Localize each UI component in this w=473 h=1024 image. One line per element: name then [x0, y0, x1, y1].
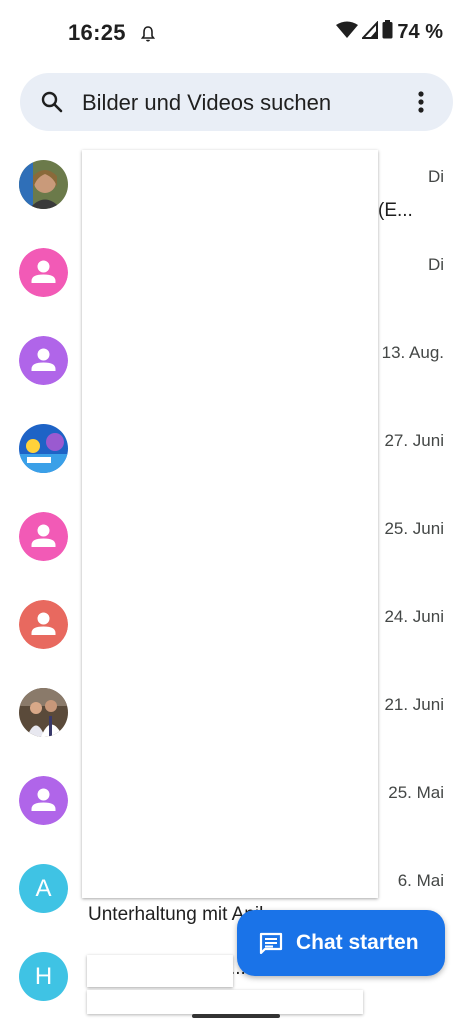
status-time: 16:25: [68, 20, 126, 45]
status-icons: 74 %: [336, 19, 443, 44]
search-bar[interactable]: Bilder und Videos suchen: [20, 73, 453, 131]
conversation-date: 13. Aug.: [381, 343, 444, 362]
contact-default-avatar[interactable]: [19, 600, 68, 649]
wifi-icon: [336, 21, 359, 44]
search-icon: [40, 90, 64, 114]
more-options-icon[interactable]: [409, 89, 433, 115]
conversation-date: 6. Mai: [397, 871, 444, 890]
cell-signal-icon: [361, 19, 379, 44]
contact-default-avatar[interactable]: [19, 776, 68, 825]
battery-icon: [382, 20, 393, 44]
conversation-date: 25. Mai: [388, 783, 444, 802]
start-chat-label: Chat starten: [296, 931, 419, 954]
conversation-date: Di: [427, 255, 444, 274]
home-indicator[interactable]: [192, 1014, 280, 1018]
contact-photo-avatar[interactable]: [19, 688, 68, 737]
search-input[interactable]: Bilder und Videos suchen: [82, 90, 331, 116]
overlay-panel: [87, 990, 363, 1014]
conversation-date: 25. Juni: [384, 519, 444, 538]
contact-photo-avatar[interactable]: [19, 160, 68, 209]
contact-letter-avatar[interactable]: H: [19, 952, 68, 1001]
notification-bell-icon: [140, 25, 156, 43]
overlay-panel: [82, 150, 378, 898]
conversation-date: 27. Juni: [384, 431, 444, 450]
conversation-snippet: (E...: [378, 200, 413, 221]
overlay-panel: [87, 955, 233, 987]
start-chat-button[interactable]: Chat starten: [237, 910, 445, 976]
contact-default-avatar[interactable]: [19, 512, 68, 561]
contact-default-avatar[interactable]: [19, 336, 68, 385]
contact-letter-avatar[interactable]: A: [19, 864, 68, 913]
conversation-date: 24. Juni: [384, 607, 444, 626]
contact-photo-avatar[interactable]: [19, 424, 68, 473]
conversation-date: Di: [427, 167, 444, 186]
contact-default-avatar[interactable]: [19, 248, 68, 297]
chat-icon: [259, 932, 283, 955]
status-bar: 16:25 74 %: [0, 0, 473, 64]
battery-percentage: 74 %: [397, 20, 443, 43]
conversation-date: 21. Juni: [384, 695, 444, 714]
